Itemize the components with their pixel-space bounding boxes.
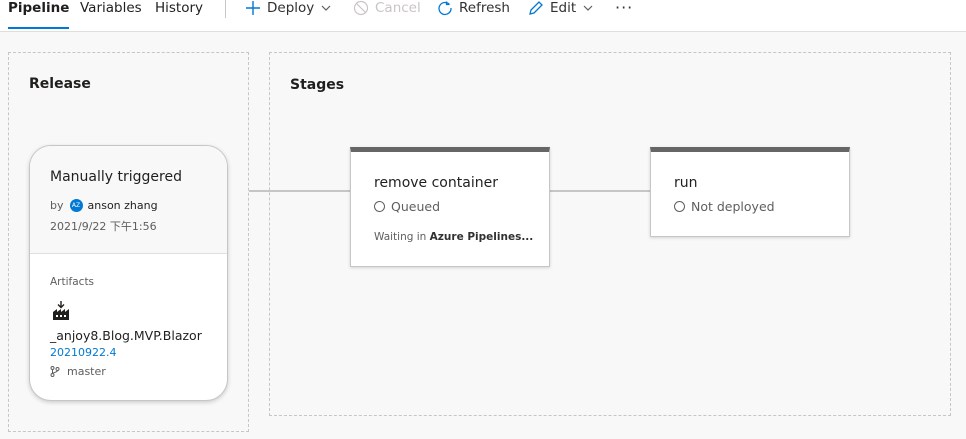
edit-label: Edit: [550, 0, 577, 16]
refresh-button[interactable]: Refresh: [437, 0, 510, 19]
stage-status-text: Not deployed: [691, 199, 775, 214]
artifact-version-link[interactable]: 20210922.4: [50, 346, 116, 359]
build-artifact-icon: [53, 301, 69, 320]
artifacts-label: Artifacts: [50, 276, 95, 288]
chevron-down-icon: [583, 5, 593, 11]
stage-name: remove container: [374, 175, 498, 191]
toolbar-divider: [225, 0, 226, 18]
release-panel-title: Release: [29, 76, 91, 92]
user-name: anson zhang: [87, 199, 158, 212]
more-actions-button[interactable]: ···: [615, 0, 633, 19]
avatar: AZ: [69, 199, 83, 212]
connector-stage-to-stage: [550, 190, 650, 192]
deploy-label: Deploy: [267, 0, 315, 16]
pencil-icon: [529, 1, 543, 15]
status-circle-icon: [374, 201, 385, 212]
tab-variables[interactable]: Variables: [80, 0, 142, 29]
cancel-icon: [353, 0, 369, 16]
plus-icon: [246, 1, 260, 15]
release-card[interactable]: Manually triggered by AZ anson zhang 202…: [29, 145, 228, 401]
release-card-header: Manually triggered by AZ anson zhang 202…: [30, 146, 227, 254]
edit-button[interactable]: Edit: [528, 0, 594, 19]
branch-icon: [50, 366, 60, 377]
stage-card-remove-container[interactable]: remove container Queued Waiting in Azure…: [350, 147, 550, 267]
tab-history[interactable]: History: [155, 0, 203, 29]
artifact-branch: master: [50, 365, 106, 378]
stage-message-prefix: Waiting in: [374, 231, 430, 243]
refresh-label: Refresh: [459, 0, 510, 16]
deploy-button[interactable]: Deploy: [245, 0, 332, 19]
toolbar: Pipeline Variables History Deploy Cancel…: [0, 0, 966, 32]
by-label: by: [50, 199, 64, 212]
cancel-label: Cancel: [375, 0, 421, 16]
stage-name: run: [674, 175, 698, 191]
stage-status: Not deployed: [674, 199, 775, 214]
stage-status: Queued: [374, 199, 440, 214]
stage-status-text: Queued: [391, 199, 440, 214]
release-date: 2021/9/22 下午1:56: [50, 220, 157, 233]
triggered-by: by AZ anson zhang: [50, 199, 158, 212]
trigger-text: Manually triggered: [50, 169, 182, 185]
stage-message: Waiting in Azure Pipelines...: [374, 231, 533, 243]
artifact-name: _anjoy8.Blog.MVP.Blazor: [50, 328, 202, 343]
tab-pipeline[interactable]: Pipeline: [8, 0, 70, 29]
refresh-icon: [438, 1, 452, 16]
stage-message-agent: Azure Pipelines...: [429, 231, 534, 243]
connector-release-to-stage: [249, 190, 350, 192]
stage-card-run[interactable]: run Not deployed: [650, 147, 850, 237]
cancel-button[interactable]: Cancel: [353, 0, 421, 19]
branch-name: master: [67, 365, 106, 378]
status-circle-icon: [674, 201, 685, 212]
chevron-down-icon: [321, 5, 331, 11]
stages-panel-title: Stages: [290, 77, 345, 93]
